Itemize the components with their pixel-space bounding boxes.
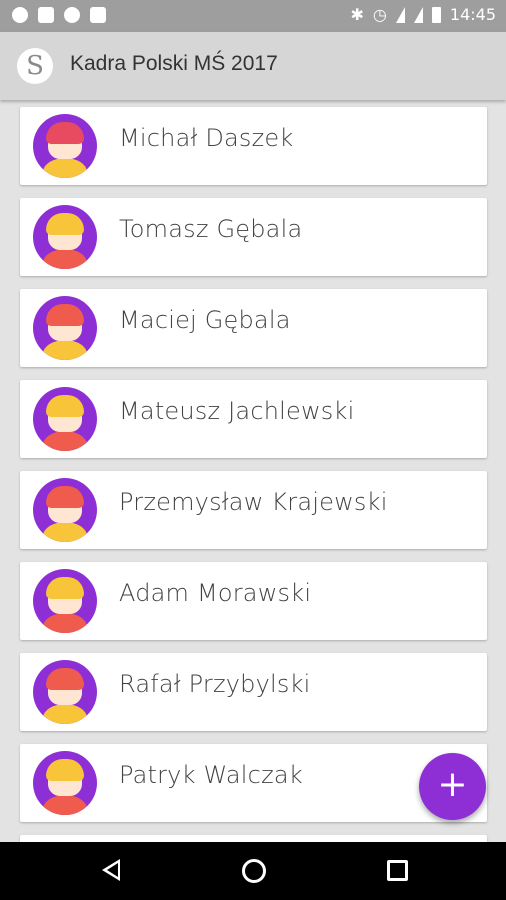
system-icons: ✱ ◷ 14:45	[351, 5, 496, 24]
player-avatar	[33, 296, 97, 360]
wifi-icon	[395, 6, 405, 23]
player-card[interactable]	[20, 835, 487, 842]
gmail-icon	[38, 7, 54, 23]
player-name: Michał Daszek	[119, 124, 294, 152]
player-card[interactable]: Przemysław Krajewski	[20, 471, 487, 549]
navigation-bar	[0, 842, 506, 900]
add-player-button[interactable]: +	[419, 753, 486, 820]
player-name: Patryk Walczak	[119, 761, 303, 789]
player-card[interactable]: Mateusz Jachlewski	[20, 380, 487, 458]
bluetooth-icon: ✱	[350, 5, 364, 24]
player-avatar	[33, 387, 97, 451]
alarm-icon: ◷	[372, 5, 387, 24]
image-icon	[90, 7, 106, 23]
player-card[interactable]: Michał Daszek	[20, 107, 487, 185]
recents-icon[interactable]	[387, 860, 408, 881]
home-icon[interactable]	[242, 859, 266, 883]
player-card[interactable]: Tomasz Gębala	[20, 198, 487, 276]
status-bar: ✱ ◷ 14:45	[0, 0, 506, 32]
app-logo: S	[17, 48, 53, 84]
player-card[interactable]: Adam Morawski	[20, 562, 487, 640]
player-avatar	[33, 478, 97, 542]
player-avatar	[33, 660, 97, 724]
player-name: Mateusz Jachlewski	[119, 397, 355, 425]
page-title: Kadra Polski MŚ 2017	[70, 52, 278, 75]
back-icon[interactable]	[102, 859, 120, 881]
player-avatar	[33, 751, 97, 815]
battery-icon	[431, 6, 441, 23]
player-avatar	[33, 205, 97, 269]
spotify-icon	[12, 7, 28, 23]
player-name: Tomasz Gębala	[119, 215, 303, 243]
player-name: Adam Morawski	[119, 579, 312, 607]
player-card[interactable]: Patryk Walczak	[20, 744, 487, 822]
player-name: Rafał Przybylski	[119, 670, 311, 698]
player-avatar	[33, 569, 97, 633]
messenger-icon	[64, 7, 80, 23]
signal-icon	[413, 6, 423, 23]
clock: 14:45	[449, 5, 496, 24]
player-name: Przemysław Krajewski	[119, 488, 388, 516]
player-card[interactable]: Maciej Gębala	[20, 289, 487, 367]
app-bar: S Kadra Polski MŚ 2017	[0, 32, 506, 100]
player-list: Michał Daszek Tomasz Gębala Maciej Gębala M…	[0, 100, 506, 842]
player-name: Maciej Gębala	[119, 306, 291, 334]
notification-icons	[12, 7, 106, 23]
player-avatar	[33, 114, 97, 178]
player-card[interactable]: Rafał Przybylski	[20, 653, 487, 731]
